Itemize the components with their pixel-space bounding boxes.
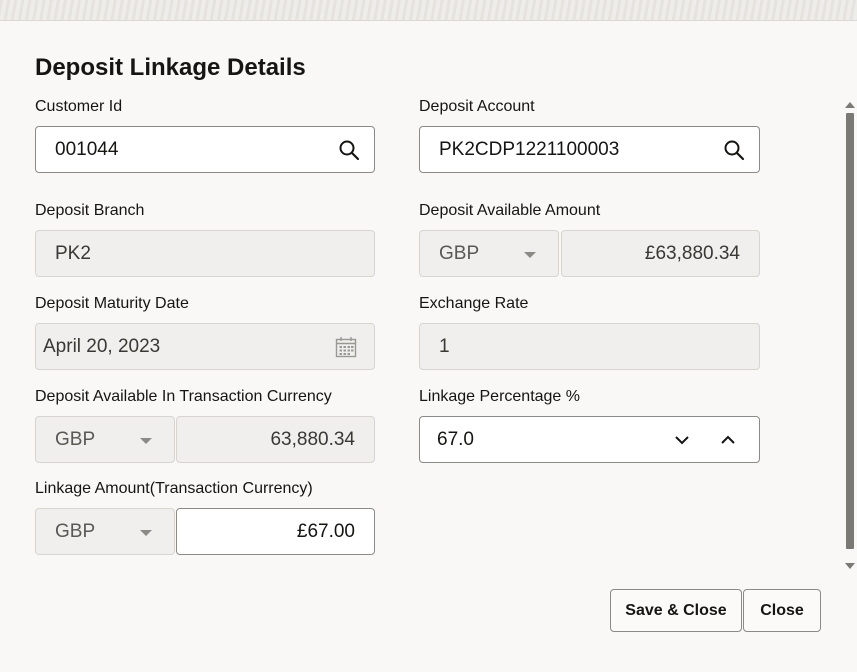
- deposit-maturity-date-label: Deposit Maturity Date: [35, 295, 189, 312]
- deposit-available-amount-value: £63,880.34: [644, 242, 740, 264]
- deposit-account-label: Deposit Account: [419, 98, 535, 115]
- linkage-percentage-label: Linkage Percentage %: [419, 388, 580, 405]
- linkage-amount-currency: GBP: [35, 508, 175, 555]
- close-button[interactable]: Close: [743, 589, 821, 632]
- deposit-branch-label: Deposit Branch: [35, 202, 145, 219]
- customer-id-value: 001044: [55, 138, 119, 160]
- linkage-percentage-stepper[interactable]: 67.0: [419, 416, 760, 463]
- scroll-up-arrow-icon[interactable]: [845, 102, 855, 108]
- search-icon[interactable]: [338, 139, 360, 161]
- deposit-account-field[interactable]: PK2CDP1221100003: [419, 126, 760, 173]
- exchange-rate-value: 1: [439, 335, 450, 357]
- deposit-available-txn-ccy-label: Deposit Available In Transaction Currenc…: [35, 388, 332, 405]
- currency-value: GBP: [55, 428, 96, 450]
- deposit-linkage-dialog: Deposit Linkage Details Customer Id 0010…: [0, 21, 857, 672]
- linkage-amount-field[interactable]: £67.00: [176, 508, 375, 555]
- deposit-available-amount-label: Deposit Available Amount: [419, 202, 601, 219]
- chevron-up-icon[interactable]: [717, 429, 739, 451]
- deposit-available-amount-field: £63,880.34: [561, 230, 760, 277]
- chevron-down-icon: [524, 252, 536, 258]
- deposit-available-txn-ccy-field: 63,880.34: [176, 416, 375, 463]
- chevron-down-icon: [140, 438, 152, 444]
- dialog-title: Deposit Linkage Details: [35, 54, 306, 81]
- currency-value: GBP: [55, 520, 96, 542]
- deposit-available-txn-ccy-currency: GBP: [35, 416, 175, 463]
- search-icon[interactable]: [723, 139, 745, 161]
- customer-id-label: Customer Id: [35, 98, 123, 115]
- currency-value: GBP: [439, 242, 480, 264]
- scroll-down-arrow-icon[interactable]: [845, 563, 855, 569]
- linkage-amount-value: £67.00: [296, 520, 355, 542]
- exchange-rate-field: 1: [419, 323, 760, 370]
- calendar-icon: [335, 337, 357, 358]
- chevron-down-icon: [140, 530, 152, 536]
- deposit-available-amount-currency: GBP: [419, 230, 559, 277]
- linkage-percentage-value: 67.0: [437, 428, 474, 450]
- linkage-amount-label: Linkage Amount(Transaction Currency): [35, 480, 313, 497]
- customer-id-field[interactable]: 001044: [35, 126, 375, 173]
- background-strip: [0, 0, 857, 21]
- deposit-branch-value: PK2: [55, 242, 91, 264]
- vertical-scrollbar[interactable]: [842, 99, 857, 569]
- deposit-maturity-date-value: April 20, 2023: [43, 335, 161, 357]
- scrollbar-thumb[interactable]: [846, 113, 854, 549]
- chevron-down-icon[interactable]: [671, 429, 693, 451]
- deposit-branch-field: PK2: [35, 230, 375, 277]
- exchange-rate-label: Exchange Rate: [419, 295, 529, 312]
- deposit-account-value: PK2CDP1221100003: [439, 138, 620, 160]
- deposit-available-txn-ccy-value: 63,880.34: [270, 428, 355, 450]
- deposit-maturity-date-field: April 20, 2023: [35, 323, 375, 370]
- save-close-button[interactable]: Save & Close: [610, 589, 742, 632]
